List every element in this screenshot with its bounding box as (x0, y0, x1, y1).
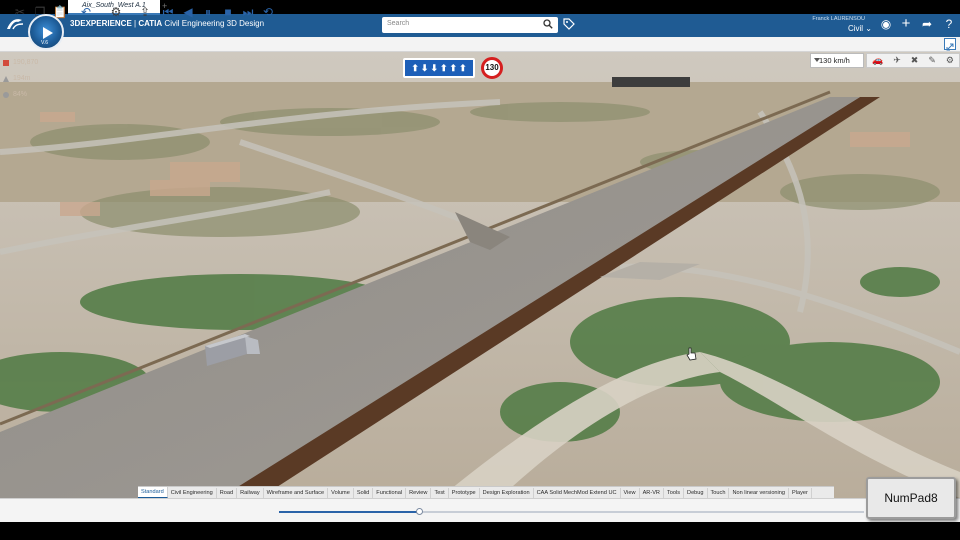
action-tab-wireframe-and-surface[interactable]: Wireframe and Surface (264, 487, 329, 498)
action-tab-design-exploration[interactable]: Design Exploration (480, 487, 534, 498)
update-icon[interactable]: ⚙ (108, 4, 124, 20)
user-avatar-icon[interactable]: ◉ (879, 17, 893, 31)
loop-icon[interactable]: ⟲ (260, 4, 276, 20)
lane-direction-sign: ⬆ ⬇ ⬇ ⬆ ⬆ ⬆ (403, 58, 475, 78)
triangle-icon (3, 76, 9, 82)
lane-arrow-icon: ⬆ (411, 62, 419, 73)
action-tab-road[interactable]: Road (217, 487, 238, 498)
role-selector[interactable]: Civil ⌄ (830, 24, 872, 33)
stat-value: 194m (13, 75, 31, 82)
stat-value: 190,870 (13, 59, 39, 66)
speed-selector[interactable]: 130 km/h (810, 53, 864, 68)
3d-viewport[interactable] (0, 52, 960, 498)
action-tab-caa-solid-mechmod-extend-uc[interactable]: CAA Solid MechMod Extend UC (534, 487, 621, 498)
viewport-stats: 190,870 194m 84% (3, 55, 38, 103)
stat-marker-icon (3, 60, 9, 66)
tag-icon[interactable] (563, 18, 575, 30)
drive-toolbar: 🚗 ✈ ✖ ✎ ⚙ (866, 53, 960, 68)
app-title: 3DEXPERIENCE | CATIA Civil Engineering 3… (70, 19, 265, 28)
bottom-toolbar (0, 498, 960, 522)
timeline-progress (279, 511, 420, 513)
action-tab-standard[interactable]: Standard (138, 487, 168, 498)
tools-icon[interactable]: ✖ (911, 55, 919, 66)
product-name: CATIA (138, 19, 163, 28)
lane-arrow-icon: ⬆ (459, 62, 467, 73)
lane-arrow-icon: ⬆ (440, 62, 448, 73)
help-icon[interactable]: ? (942, 17, 956, 31)
lane-arrow-icon: ⬇ (430, 62, 438, 73)
action-tab-tools[interactable]: Tools (664, 487, 685, 498)
action-tab-railway[interactable]: Railway (237, 487, 264, 498)
brush-icon[interactable]: ✎ (928, 55, 936, 66)
action-tab-debug[interactable]: Debug (684, 487, 708, 498)
stop-icon[interactable]: ■ (220, 4, 236, 20)
share-icon[interactable]: ➦ (920, 17, 934, 31)
skip-start-icon[interactable]: ⏮ (160, 4, 176, 20)
lane-arrow-icon: ⬇ (420, 62, 429, 73)
action-tab-civil-engineering[interactable]: Civil Engineering (168, 487, 217, 498)
app-name: Civil Engineering 3D Design (164, 19, 265, 28)
action-tab-prototype[interactable]: Prototype (449, 487, 480, 498)
gear-icon[interactable]: ⚙ (946, 55, 954, 66)
role-label: Civil (847, 24, 864, 33)
cut-icon[interactable]: ✂ (12, 4, 28, 20)
brand-name: 3DEXPERIENCE (70, 19, 132, 28)
action-tab-view[interactable]: View (621, 487, 640, 498)
action-tab-ar-vr[interactable]: AR-VR (640, 487, 664, 498)
action-tab-test[interactable]: Test (431, 487, 449, 498)
terrain-scene (0, 52, 960, 498)
stat-value: 84% (13, 91, 28, 98)
user-name[interactable]: Franck LAURENSOU (790, 16, 865, 22)
action-bar: Standard Civil Engineering Road Railway Wire… (138, 486, 834, 498)
search-input[interactable]: Search (387, 20, 409, 27)
compass-button[interactable]: V.6 (28, 14, 64, 50)
add-icon[interactable]: + (899, 16, 913, 31)
car-icon[interactable]: 🚗 (872, 55, 883, 66)
search-icon[interactable] (543, 19, 553, 29)
tab-bar (0, 37, 960, 52)
pause-icon[interactable]: ⏸ (200, 4, 216, 20)
action-tab-non-linear-versioning[interactable]: Non linear versioning (729, 487, 790, 498)
action-tab-solid[interactable]: Solid (354, 487, 374, 498)
search-box[interactable]: Search (382, 17, 558, 33)
action-tab-functional[interactable]: Functional (373, 487, 407, 498)
screen-bottom-border (0, 522, 960, 540)
action-tab-review[interactable]: Review (406, 487, 432, 498)
drone-icon[interactable]: ✈ (893, 55, 901, 66)
play-icon (43, 27, 53, 39)
lane-arrow-icon: ⬆ (449, 62, 458, 73)
key-press-badge: NumPad8 (866, 477, 956, 519)
speed-limit-sign: 130 (481, 57, 503, 79)
compass-version: V.6 (41, 40, 49, 46)
action-tab-player[interactable]: Player (789, 487, 812, 498)
hand-cursor-icon (686, 347, 697, 361)
circle-icon (3, 92, 9, 98)
step-back-icon[interactable]: ◀ (180, 4, 196, 20)
undo-icon[interactable]: ↶ (78, 4, 94, 20)
action-tab-touch[interactable]: Touch (708, 487, 730, 498)
expand-icon[interactable] (944, 38, 956, 51)
skip-end-icon[interactable]: ⏭ (240, 4, 256, 20)
share-export-icon[interactable]: ⇪ (137, 4, 153, 20)
action-tab-volume[interactable]: Volume (328, 487, 354, 498)
speed-value: 130 km/h (819, 56, 850, 65)
